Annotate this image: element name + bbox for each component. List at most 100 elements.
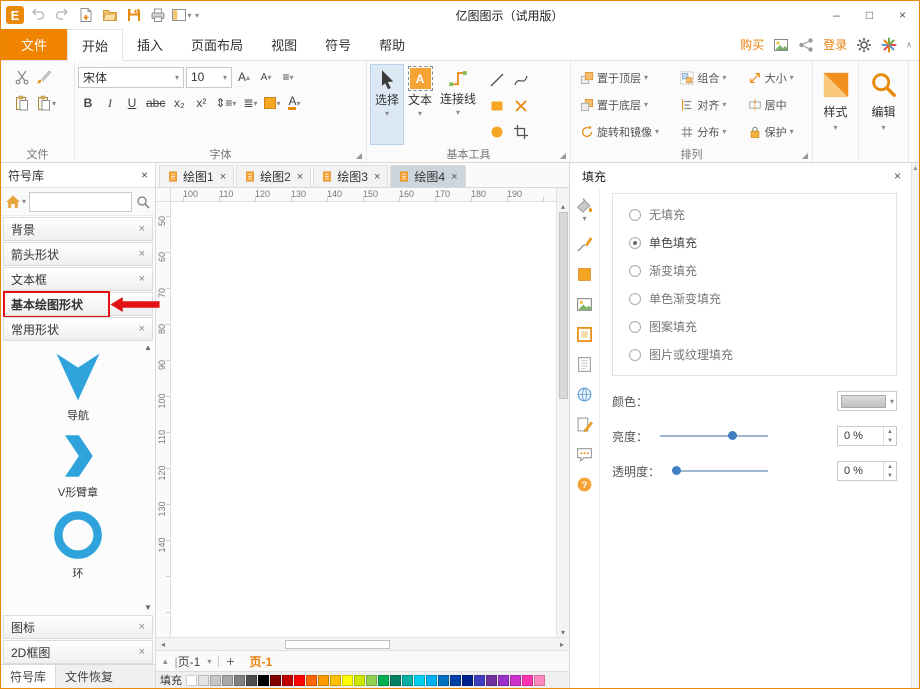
send-to-back-button[interactable]: 置于底层▾	[574, 91, 674, 118]
grow-font-icon[interactable]: A▴	[234, 66, 254, 88]
brightness-slider[interactable]	[660, 435, 768, 437]
new-file-icon[interactable]	[75, 5, 96, 26]
close-icon[interactable]: ×	[139, 273, 145, 285]
view-panes-icon[interactable]: ▾	[171, 5, 192, 26]
bring-to-front-button[interactable]: 置于顶层▾	[574, 64, 674, 91]
pages-collapse-icon[interactable]: ▴	[163, 656, 168, 667]
palette-swatch[interactable]	[474, 675, 485, 686]
strikethrough-button[interactable]: abc	[144, 92, 167, 114]
spin-up-icon[interactable]: ▲	[884, 427, 896, 436]
panel-scrollbar[interactable]: ▲	[911, 163, 919, 688]
palette-swatch[interactable]	[186, 675, 197, 686]
redo-icon[interactable]	[51, 5, 72, 26]
library-section-basic-drawing-shapes[interactable]: 基本绘图形状×	[3, 292, 153, 316]
collapse-ribbon-icon[interactable]: ∧	[906, 40, 912, 49]
slider-knob[interactable]	[728, 431, 737, 440]
add-page-button[interactable]: +	[226, 653, 234, 669]
close-icon[interactable]: ×	[297, 171, 303, 183]
settings-gear-icon[interactable]	[856, 37, 872, 53]
close-icon[interactable]: ×	[139, 646, 145, 658]
fill-option-pattern[interactable]: 图案填充	[629, 318, 880, 335]
menu-tab-help[interactable]: 帮助	[365, 29, 419, 60]
crop-tool-button[interactable]	[509, 119, 533, 145]
paste-icon[interactable]	[12, 92, 32, 114]
minimize-button[interactable]: –	[820, 1, 853, 29]
edraw-logo-icon[interactable]: E	[6, 6, 24, 24]
horizontal-scrollbar[interactable]: ◂ ▸	[156, 637, 569, 650]
italic-button[interactable]: I	[100, 92, 120, 114]
library-section-icons[interactable]: 图标×	[3, 615, 153, 639]
library-section-common-shapes[interactable]: 常用形状×	[3, 317, 153, 341]
menu-tab-view[interactable]: 视图	[257, 29, 311, 60]
font-color-icon[interactable]: A▾	[284, 92, 304, 114]
library-section-2d-block[interactable]: 2D框图×	[3, 640, 153, 664]
library-home-dropdown[interactable]: ▾	[5, 194, 26, 210]
superscript-button[interactable]: x²	[191, 92, 211, 114]
close-icon[interactable]: ×	[141, 168, 148, 182]
menu-tab-home[interactable]: 开始	[67, 29, 123, 61]
palette-swatch[interactable]	[258, 675, 269, 686]
brightness-value-spinner[interactable]: 0 % ▲▼	[837, 426, 897, 446]
close-icon[interactable]: ×	[894, 169, 901, 183]
underline-button[interactable]: U	[122, 92, 142, 114]
footer-tab-file-recovery[interactable]: 文件恢复	[56, 665, 122, 688]
hyperlink-icon[interactable]	[576, 386, 593, 403]
undo-icon[interactable]	[27, 5, 48, 26]
edit-button[interactable]: 编辑 ▾	[862, 64, 905, 132]
ellipse-tool-button[interactable]	[485, 119, 509, 145]
shape-item-ring[interactable]: 环	[50, 507, 106, 581]
scroll-down-icon[interactable]: ▼	[144, 603, 152, 612]
transparency-value-spinner[interactable]: 0 % ▲▼	[837, 461, 897, 481]
palette-swatch[interactable]	[366, 675, 377, 686]
caret-down-icon[interactable]: ▾	[207, 657, 211, 666]
shape-item-chevron[interactable]: V形臂章	[52, 430, 104, 500]
transparency-slider[interactable]	[672, 470, 768, 472]
note-icon[interactable]	[576, 356, 593, 373]
comment-icon[interactable]	[576, 446, 593, 463]
footer-tab-symbol-library[interactable]: 符号库	[1, 665, 56, 688]
size-button[interactable]: 大小▾	[742, 64, 809, 91]
library-section-background[interactable]: 背景×	[3, 217, 153, 241]
login-link[interactable]: 登录	[823, 36, 847, 53]
palette-swatch[interactable]	[294, 675, 305, 686]
dialog-launcher-icon[interactable]: ◢	[560, 151, 566, 160]
align-button[interactable]: 对齐▾	[674, 91, 741, 118]
bold-button[interactable]: B	[78, 92, 98, 114]
palette-swatch[interactable]	[462, 675, 473, 686]
palette-swatch[interactable]	[222, 675, 233, 686]
style-button[interactable]: 样式 ▾	[816, 64, 855, 132]
line-tool-button[interactable]	[485, 67, 509, 93]
slider-knob[interactable]	[672, 466, 681, 475]
maximize-button[interactable]: □	[853, 1, 886, 29]
print-icon[interactable]	[147, 5, 168, 26]
palette-swatch[interactable]	[450, 675, 461, 686]
palette-swatch[interactable]	[210, 675, 221, 686]
close-icon[interactable]: ×	[139, 621, 145, 633]
scroll-down-icon[interactable]: ▾	[561, 628, 565, 637]
distribute-button[interactable]: 分布▾	[674, 118, 741, 145]
active-page-tab[interactable]: 页-1	[242, 653, 281, 670]
symbol-search-input[interactable]	[29, 192, 132, 212]
close-icon[interactable]: ×	[139, 323, 145, 335]
palette-swatch[interactable]	[306, 675, 317, 686]
close-icon[interactable]: ×	[451, 171, 457, 183]
palette-swatch[interactable]	[378, 675, 389, 686]
line-style-icon[interactable]	[576, 236, 593, 253]
fill-bucket-icon[interactable]: ▾	[576, 197, 593, 223]
close-icon[interactable]: ×	[139, 248, 145, 260]
palette-swatch[interactable]	[402, 675, 413, 686]
align-text-icon[interactable]: ≡▾	[278, 66, 298, 88]
menu-tab-insert[interactable]: 插入	[123, 29, 177, 60]
shape-item-navigation[interactable]: 导航	[50, 349, 106, 423]
palette-swatch[interactable]	[234, 675, 245, 686]
palette-swatch[interactable]	[318, 675, 329, 686]
palette-swatch[interactable]	[534, 675, 545, 686]
palette-swatch[interactable]	[246, 675, 257, 686]
scroll-up-icon[interactable]: ▲	[912, 165, 919, 172]
close-icon[interactable]: ×	[139, 223, 145, 235]
palette-swatch[interactable]	[414, 675, 425, 686]
media-icon[interactable]	[773, 37, 789, 53]
library-section-arrow-shapes[interactable]: 箭头形状×	[3, 242, 153, 266]
font-size-select[interactable]: 10▾	[186, 67, 232, 88]
vertical-scrollbar[interactable]: ▴ ▾	[556, 202, 569, 637]
